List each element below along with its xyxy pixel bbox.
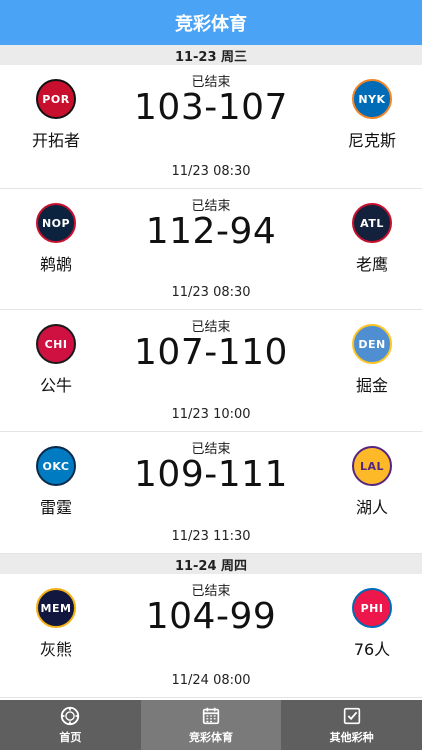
match-time: 11/23 11:30 — [171, 529, 251, 544]
team-name: 尼克斯 — [347, 131, 396, 150]
bottom-tab-bar: 首页 竞彩体育 其他彩种 — [0, 700, 422, 750]
match-card[interactable]: MEM 灰熊 已结束 104-99 PHI 76人 11/24 08:00 — [0, 574, 422, 698]
team-logo: NYK — [352, 79, 392, 119]
match-list[interactable]: 11-23 周三 POR 开拓者 已结束 103-107 NYK 尼克斯 11/… — [0, 45, 422, 700]
tab-sports-lottery[interactable]: 竞彩体育 — [140, 700, 282, 750]
chip-icon — [61, 706, 80, 726]
match-card[interactable]: NOP 鹈鹕 已结束 112-94 ATL 老鹰 11/23 08:30 — [0, 189, 422, 310]
checkbox-icon — [343, 707, 360, 725]
team-logo: ATL — [352, 203, 392, 243]
away-team[interactable]: NYK 尼克斯 — [342, 79, 402, 151]
team-name: 灰熊 — [39, 640, 72, 659]
tab-label: 其他彩种 — [329, 731, 374, 744]
tab-home[interactable]: 首页 — [0, 700, 141, 750]
match-time: 11/23 10:00 — [171, 407, 251, 422]
match-time: 11/23 08:30 — [171, 285, 251, 300]
team-logo: DEN — [352, 324, 392, 364]
app-header: 竞彩体育 — [0, 0, 422, 45]
team-name: 湖人 — [355, 498, 388, 517]
team-name: 鹈鹕 — [39, 255, 72, 274]
team-name: 开拓者 — [31, 131, 80, 150]
match-card[interactable]: CHI 公牛 已结束 107-110 DEN 掘金 11/23 10:00 — [0, 310, 422, 432]
tab-label: 竞彩体育 — [189, 731, 233, 744]
team-logo: LAL — [352, 446, 392, 486]
page-title: 竞彩体育 — [175, 13, 247, 35]
match-time: 11/23 08:30 — [171, 164, 251, 179]
away-team[interactable]: ATL 老鹰 — [342, 203, 402, 275]
match-time: 11/24 08:00 — [171, 673, 251, 688]
team-name: 76人 — [353, 640, 391, 659]
date-header: 11-24 周四 — [0, 554, 422, 574]
tab-label: 首页 — [59, 731, 82, 744]
away-team[interactable]: DEN 掘金 — [342, 324, 402, 396]
team-name: 公牛 — [39, 376, 72, 395]
tab-other-lottery[interactable]: 其他彩种 — [281, 700, 422, 750]
away-team[interactable]: LAL 湖人 — [342, 446, 402, 518]
team-name: 雷霆 — [39, 498, 72, 517]
match-card[interactable]: OKC 雷霆 已结束 109-111 LAL 湖人 11/23 11:30 — [0, 432, 422, 554]
team-logo: PHI — [352, 588, 392, 628]
team-name: 掘金 — [355, 376, 388, 395]
calendar-icon — [202, 707, 220, 725]
date-header: 11-23 周三 — [0, 45, 422, 65]
match-card[interactable]: POR 开拓者 已结束 103-107 NYK 尼克斯 11/23 08:30 — [0, 65, 422, 189]
away-team[interactable]: PHI 76人 — [342, 588, 402, 660]
team-name: 老鹰 — [355, 255, 388, 274]
